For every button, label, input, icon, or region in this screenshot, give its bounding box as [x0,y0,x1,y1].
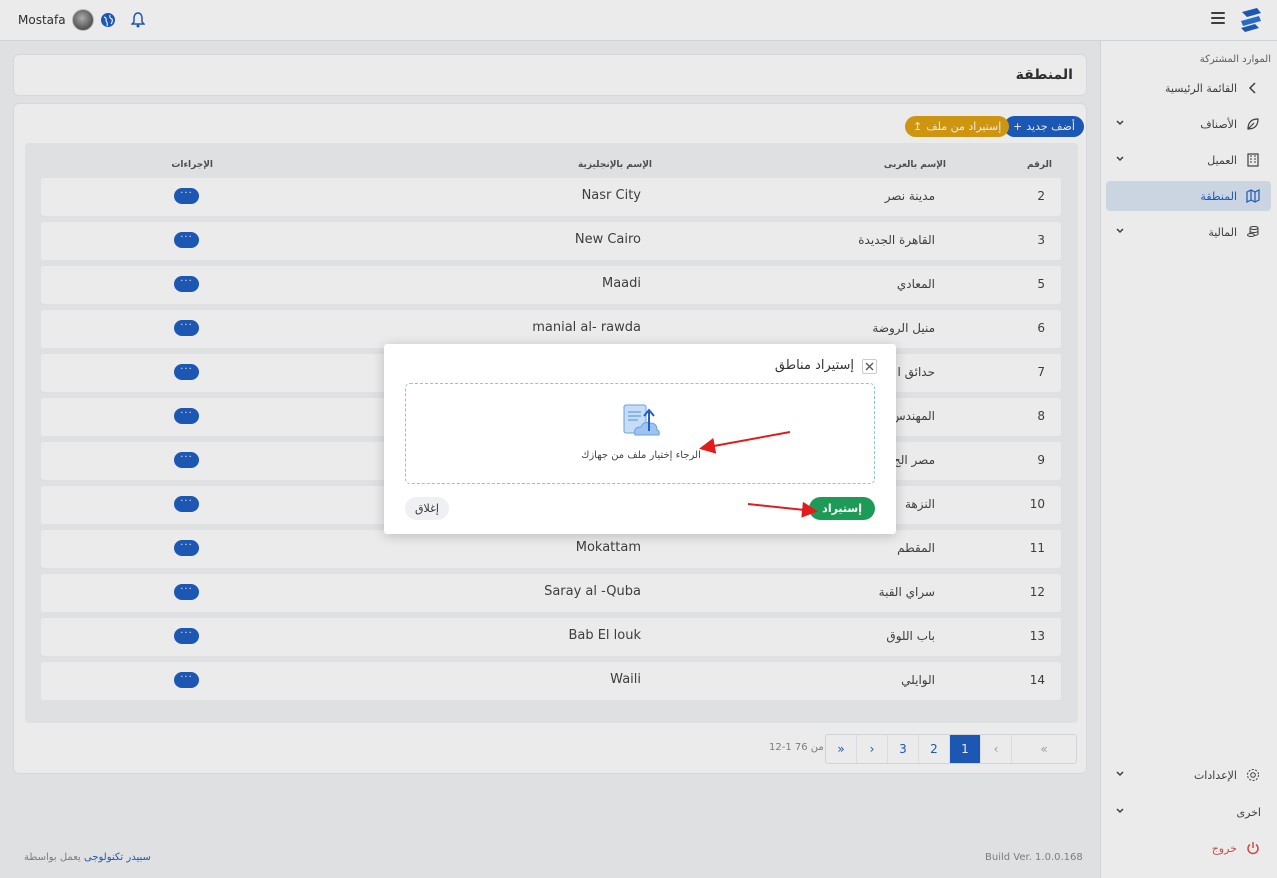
file-upload-icon [621,401,661,443]
dropzone-text: الرجاء إختيار ملف من جهازك [581,450,701,461]
close-button[interactable]: إغلاق [405,497,449,520]
file-dropzone[interactable]: الرجاء إختيار ملف من جهازك [405,383,875,484]
import-button[interactable]: إستيراد [809,497,875,520]
import-regions-dialog: إستيراد مناطق الرجاء إختيار ملف من جهازك… [384,344,896,534]
dialog-title: إستيراد مناطق [774,358,854,373]
close-icon[interactable] [862,359,877,374]
